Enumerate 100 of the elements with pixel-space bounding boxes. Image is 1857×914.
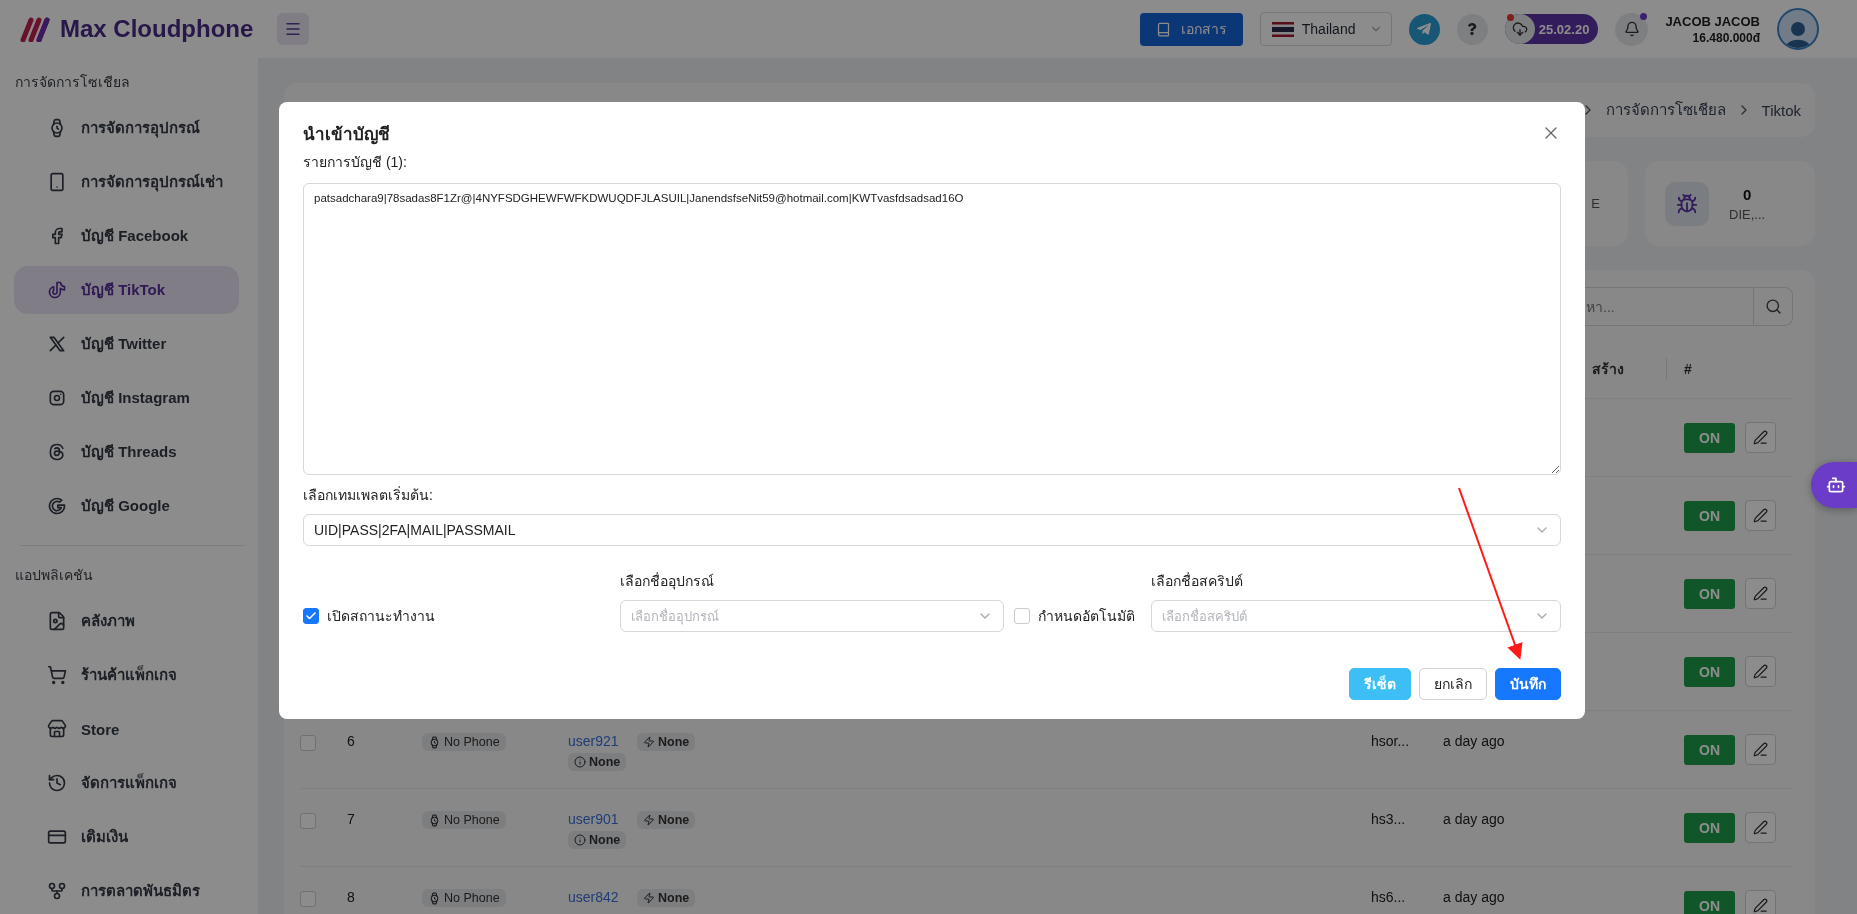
column-header: สร้าง <box>1592 360 1624 379</box>
save-button[interactable]: บันทึก <box>1495 668 1561 700</box>
row-number: 8 <box>347 889 355 905</box>
sidebar-item[interactable]: บัญชี Google <box>14 482 239 530</box>
watch-icon <box>428 813 441 827</box>
edit-button[interactable] <box>1745 734 1776 765</box>
edit-button[interactable] <box>1745 656 1776 687</box>
user-link[interactable]: user921 <box>568 733 628 749</box>
edit-button[interactable] <box>1745 578 1776 609</box>
created-time: a day ago <box>1443 889 1505 905</box>
notification-button[interactable] <box>1615 12 1649 46</box>
edit-button[interactable] <box>1745 500 1776 531</box>
user-link[interactable]: user901 <box>568 811 628 827</box>
field-label: เลือกชื่ออุปกรณ์ <box>620 571 715 591</box>
edit-button[interactable] <box>1745 422 1776 453</box>
lightning-icon <box>643 736 655 748</box>
device-badge: No Phone <box>422 889 506 907</box>
status-toggle[interactable]: ON <box>1684 422 1735 453</box>
sidebar-item[interactable]: บัญชี Threads <box>14 428 239 476</box>
edit-button[interactable] <box>1745 812 1776 843</box>
stat-label: DIE,... <box>1729 206 1766 222</box>
watch-icon <box>428 735 441 749</box>
history-icon <box>47 773 67 793</box>
checkbox[interactable] <box>300 735 316 751</box>
notification-dot <box>1506 14 1514 21</box>
help-button[interactable] <box>1456 13 1488 45</box>
column-header: # <box>1684 361 1693 377</box>
avatar[interactable] <box>1777 8 1819 50</box>
edit-icon <box>1753 586 1768 601</box>
sidebar-item[interactable]: การจัดการอุปกรณ์เช่า <box>14 158 239 206</box>
template-select[interactable]: UID|PASS|2FA|MAIL|PASSMAIL <box>303 514 1561 546</box>
sidebar-item[interactable]: คลังภาพ <box>14 597 239 645</box>
sidebar-item[interactable]: Store <box>14 705 239 753</box>
menu-button[interactable] <box>277 13 309 45</box>
checkbox[interactable] <box>303 608 319 624</box>
field-label: เลือกชื่อสคริปต์ <box>1151 571 1244 591</box>
status-toggle[interactable]: ON <box>1684 500 1735 531</box>
account-list-field[interactable]: patsadchara9|78sadas8F1Zr@|4NYFSDGHEWFWFKDWUQDFJLASUIL|JanendsfseNit59@hotmail.com|KWTvasfdsadsad16O <box>303 183 1561 475</box>
card-icon <box>47 827 67 847</box>
sidebar-item[interactable]: เติมเงิน <box>14 813 239 861</box>
floating-robot-button[interactable] <box>1811 462 1857 508</box>
checkbox-label: เปิดสถานะทำงาน <box>327 607 435 626</box>
proxy-badge: None <box>637 733 696 751</box>
search-icon <box>1764 298 1782 315</box>
search-button[interactable] <box>1753 287 1793 326</box>
user-link[interactable]: user842 <box>568 889 628 905</box>
sidebar-item[interactable]: การตลาดพันธมิตร <box>14 867 239 914</box>
language-select[interactable]: Thailand <box>1259 12 1392 46</box>
edit-button[interactable] <box>1745 890 1776 914</box>
sidebar-item[interactable]: บัญชี Twitter <box>14 320 239 368</box>
telegram-button[interactable] <box>1408 13 1440 45</box>
dialog-title: นำเข้าบัญชี <box>303 123 390 147</box>
instagram-icon <box>47 388 67 408</box>
row-number: 7 <box>347 811 355 827</box>
sidebar-item[interactable]: จัดการแพ็กเกจ <box>14 759 239 807</box>
checkbox[interactable] <box>300 813 316 829</box>
table-cell: hs3... <box>1371 811 1406 827</box>
proxy-badge: None <box>637 889 696 907</box>
version-button[interactable]: 25.02.20 <box>1504 14 1599 44</box>
cart-icon <box>47 665 67 685</box>
status-toggle[interactable]: ON <box>1684 734 1735 765</box>
notification-dot <box>1640 12 1648 20</box>
tiktok-icon <box>47 280 67 300</box>
checkbox[interactable] <box>300 891 316 907</box>
status-toggle[interactable]: ON <box>1684 890 1735 914</box>
checkbox-label: กำหนดอัตโนมัติ <box>1038 607 1135 626</box>
threads-icon <box>47 442 67 462</box>
status-toggle[interactable]: ON <box>1684 656 1735 687</box>
status-toggle[interactable]: ON <box>1684 578 1735 609</box>
edit-icon <box>1753 664 1768 679</box>
edit-icon <box>1753 742 1768 757</box>
sidebar-item[interactable]: บัญชี Instagram <box>14 374 239 422</box>
docs-button[interactable]: เอกสาร <box>1139 12 1243 46</box>
help-icon <box>1466 23 1479 35</box>
brand-name: Max Cloudphone <box>60 15 254 43</box>
watch-icon <box>428 891 441 905</box>
sidebar-item[interactable]: ร้านค้าแพ็กเกจ <box>14 651 239 699</box>
breadcrumb-link[interactable]: Tiktok <box>1761 101 1801 119</box>
sidebar-item[interactable]: การจัดการอุปกรณ์ <box>14 104 239 152</box>
logo-icon <box>20 16 52 42</box>
row-number: 6 <box>347 733 355 749</box>
created-time: a day ago <box>1443 811 1505 827</box>
created-time: a day ago <box>1443 733 1505 749</box>
lightning-icon <box>643 814 655 826</box>
bug-drawing-icon <box>1676 192 1698 215</box>
edit-icon <box>1753 508 1768 523</box>
edit-icon <box>1753 898 1768 913</box>
check-icon <box>305 610 317 622</box>
status-toggle[interactable]: ON <box>1684 812 1735 843</box>
sidebar-item[interactable]: บัญชี Facebook <box>14 212 239 260</box>
checkbox[interactable] <box>1014 608 1030 624</box>
status-badge: None <box>568 831 627 849</box>
cancel-button[interactable]: ยกเลิก <box>1419 668 1487 700</box>
breadcrumb-link[interactable]: การจัดการโซเชียล <box>1605 98 1726 122</box>
device-badge: No Phone <box>422 733 506 751</box>
status-badge: None <box>568 753 627 771</box>
field-label: เลือกเทมเพลตเริ่มต้น: <box>303 485 434 505</box>
image-file-icon <box>47 611 67 631</box>
stat-label: E <box>1591 196 1600 211</box>
sidebar-item[interactable]: บัญชี TikTok <box>14 266 239 314</box>
